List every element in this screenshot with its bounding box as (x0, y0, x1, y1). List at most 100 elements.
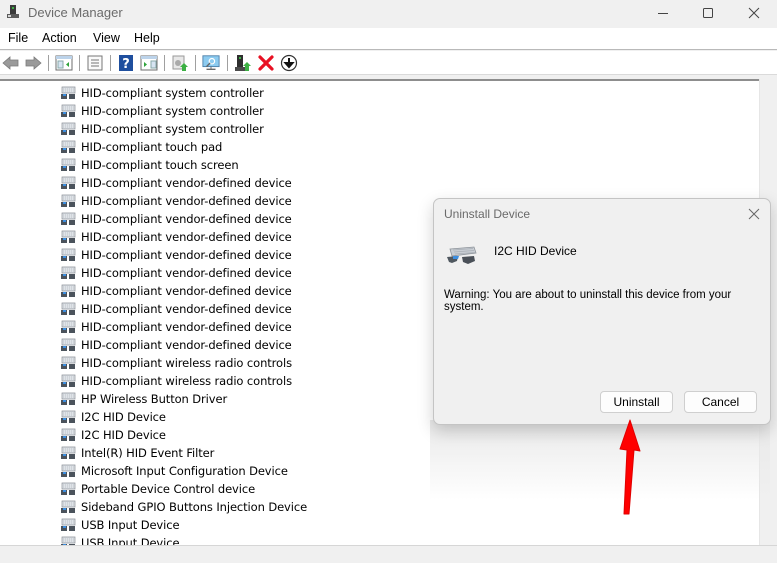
device-list-item[interactable]: HID-compliant vendor-defined device (60, 174, 292, 192)
menu-bar: File Action View Help (0, 28, 777, 50)
add-device-icon (235, 55, 251, 71)
hid-device-icon (60, 320, 76, 334)
dialog-title: Uninstall Device (444, 207, 531, 221)
device-list-item[interactable]: HID-compliant wireless radio controls (60, 372, 292, 390)
device-list-item[interactable]: HID-compliant system controller (60, 102, 264, 120)
device-list-item[interactable]: Portable Device Control device (60, 480, 255, 498)
device-list-item[interactable]: HID-compliant vendor-defined device (60, 318, 292, 336)
hid-device-icon (60, 176, 76, 190)
device-list-item[interactable]: HID-compliant vendor-defined device (60, 228, 292, 246)
update-driver-button[interactable] (171, 54, 189, 72)
hid-device-icon (60, 212, 76, 226)
toolbar: ? (0, 51, 777, 75)
menu-help[interactable]: Help (134, 31, 160, 45)
maximize-button[interactable] (685, 0, 731, 26)
device-list-item[interactable]: USB Input Device (60, 534, 180, 545)
device-label: HID-compliant vendor-defined device (81, 212, 292, 226)
toolbar-separator (195, 55, 196, 71)
hid-device-icon (60, 356, 76, 370)
toolbar-separator (164, 55, 165, 71)
arrow-left-icon (2, 56, 19, 70)
device-list-item[interactable]: HID-compliant vendor-defined device (60, 192, 292, 210)
device-label: HID-compliant vendor-defined device (81, 338, 292, 352)
device-label: USB Input Device (81, 518, 180, 532)
device-list-item[interactable]: HID-compliant vendor-defined device (60, 282, 292, 300)
help-button[interactable]: ? (117, 54, 135, 72)
maximize-icon (703, 8, 713, 18)
device-list-item[interactable]: HID-compliant wireless radio controls (60, 354, 292, 372)
uninstall-device-button[interactable] (257, 54, 275, 72)
menu-file[interactable]: File (8, 31, 28, 45)
dialog-device-name: I2C HID Device (494, 244, 577, 258)
device-list-item[interactable]: I2C HID Device (60, 426, 166, 444)
cancel-button[interactable]: Cancel (684, 391, 757, 413)
device-list-item[interactable]: Intel(R) HID Event Filter (60, 444, 214, 462)
hid-device-icon (60, 140, 76, 154)
device-list-item[interactable]: HID-compliant vendor-defined device (60, 264, 292, 282)
help-icon: ? (119, 55, 133, 71)
menu-action[interactable]: Action (42, 31, 77, 45)
hid-device-icon (60, 392, 76, 406)
device-list-item[interactable]: Microsoft Input Configuration Device (60, 462, 288, 480)
device-label: HID-compliant vendor-defined device (81, 320, 292, 334)
svg-text:?: ? (122, 57, 130, 71)
device-list-item[interactable]: HID-compliant vendor-defined device (60, 210, 292, 228)
device-list-item[interactable]: Sideband GPIO Buttons Injection Device (60, 498, 307, 516)
hid-device-icon (60, 86, 76, 100)
menu-view[interactable]: View (93, 31, 120, 45)
device-label: HID-compliant system controller (81, 104, 264, 118)
device-list-item[interactable]: HP Wireless Button Driver (60, 390, 227, 408)
close-button[interactable] (731, 0, 777, 26)
device-label: Sideband GPIO Buttons Injection Device (81, 500, 308, 514)
device-list-item[interactable]: HID-compliant vendor-defined device (60, 336, 292, 354)
action-pane-button[interactable] (140, 54, 158, 72)
add-legacy-hardware-button[interactable] (234, 54, 252, 72)
hid-device-icon (60, 446, 76, 460)
device-list-item[interactable]: HID-compliant touch pad (60, 138, 222, 156)
disable-device-button[interactable] (280, 54, 298, 72)
device-label: HID-compliant vendor-defined device (81, 194, 292, 208)
hid-device-icon (60, 410, 76, 424)
hid-device-icon (60, 248, 76, 262)
hid-device-icon (60, 536, 76, 545)
toolbar-separator (48, 55, 49, 71)
toolbar-separator (110, 55, 111, 71)
device-label: HID-compliant wireless radio controls (81, 356, 292, 370)
device-label: I2C HID Device (81, 428, 166, 442)
device-list-item[interactable]: USB Input Device (60, 516, 180, 534)
forward-button[interactable] (24, 54, 42, 72)
device-list-item[interactable]: HID-compliant system controller (60, 84, 264, 102)
device-list-item[interactable]: HID-compliant system controller (60, 120, 264, 138)
device-label: HID-compliant touch screen (81, 158, 239, 172)
device-label: HID-compliant system controller (81, 86, 264, 100)
device-label: USB Input Device (81, 536, 180, 545)
minimize-button[interactable] (640, 0, 686, 26)
minimize-icon (658, 13, 668, 14)
back-button[interactable] (2, 54, 20, 72)
window-title: Device Manager (28, 5, 123, 20)
device-label: Microsoft Input Configuration Device (81, 464, 288, 478)
dialog-close-button[interactable] (744, 204, 764, 224)
uninstall-button[interactable]: Uninstall (600, 391, 673, 413)
device-label: HID-compliant vendor-defined device (81, 284, 292, 298)
console-tree-button[interactable] (55, 54, 73, 72)
device-list-item[interactable]: HID-compliant touch screen (60, 156, 239, 174)
hid-device-icon (60, 194, 76, 208)
device-list-item[interactable]: HID-compliant vendor-defined device (60, 300, 292, 318)
device-label: HID-compliant vendor-defined device (81, 230, 292, 244)
console-tree-icon (55, 55, 73, 71)
uninstall-device-dialog: Uninstall Device I2C HID Device Warning:… (433, 198, 771, 425)
hid-device-icon (60, 266, 76, 280)
device-manager-app-icon (7, 5, 19, 18)
properties-button[interactable] (86, 54, 104, 72)
close-icon (748, 7, 760, 19)
hid-device-icon (60, 302, 76, 316)
device-list-item[interactable]: I2C HID Device (60, 408, 166, 426)
device-label: Portable Device Control device (81, 482, 256, 496)
hid-device-icon (60, 464, 76, 478)
device-list-item[interactable]: HID-compliant vendor-defined device (60, 246, 292, 264)
scan-hardware-button[interactable] (202, 54, 220, 72)
hid-device-icon (60, 374, 76, 388)
scan-monitor-icon (202, 55, 220, 70)
dialog-warning-text: Warning: You are about to uninstall this… (444, 289, 732, 313)
